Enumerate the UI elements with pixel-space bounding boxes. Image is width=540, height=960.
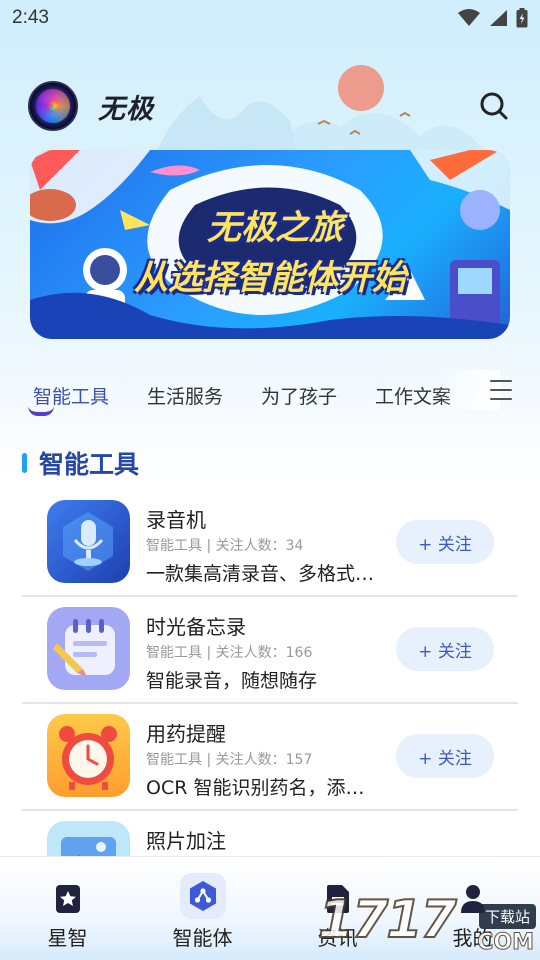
tab-life-services[interactable]: 生活服务: [147, 382, 223, 409]
nav-item-agents[interactable]: 智能体: [135, 857, 270, 960]
category-tabs: 智能工具 生活服务 为了孩子 工作文案: [0, 370, 540, 420]
item-title: 用药提醒: [146, 722, 226, 746]
tab-for-kids[interactable]: 为了孩子: [261, 382, 337, 409]
item-title: 录音机: [146, 508, 206, 532]
item-meta: 智能工具 | 关注人数：34: [146, 538, 304, 554]
promo-banner[interactable]: 无极之旅 从选择智能体开始: [30, 150, 510, 339]
item-meta: 智能工具 | 关注人数：157: [146, 752, 313, 768]
nav-label: 星智: [47, 926, 88, 950]
tab-smart-tools[interactable]: 智能工具: [33, 382, 109, 409]
item-title: 照片加注: [146, 829, 226, 853]
agent-list: 录音机 智能工具 | 关注人数：34 一款集高清录音、多格式… + 关注 时光备…: [22, 490, 518, 918]
section-heading: 智能工具: [22, 446, 139, 480]
follow-button[interactable]: + 关注: [396, 734, 494, 778]
search-icon: [480, 92, 508, 120]
watermark: 1717 下载站 COM: [317, 880, 540, 960]
item-meta: 智能工具 | 关注人数：166: [146, 645, 313, 661]
item-title: 时光备忘录: [146, 615, 246, 639]
signal-icon: [488, 9, 508, 27]
status-bar: 2:43: [0, 0, 540, 36]
section-title: 智能工具: [39, 450, 140, 479]
app-name: 无极: [98, 93, 154, 125]
battery-icon: [516, 8, 528, 28]
agent-hexagon-icon: [179, 873, 226, 919]
list-item[interactable]: 时光备忘录 智能工具 | 关注人数：166 智能录音，随想随存 + 关注: [22, 597, 518, 704]
banner-subheadline: 从选择智能体开始: [134, 258, 406, 298]
watermark-number: 1717: [317, 889, 458, 951]
nav-item-xingzhi[interactable]: 星智: [0, 857, 135, 960]
list-item[interactable]: 录音机 智能工具 | 关注人数：34 一款集高清录音、多格式… + 关注: [22, 490, 518, 597]
alarm-clock-icon: [47, 714, 130, 797]
item-description: OCR 智能识别药名，添…: [146, 777, 365, 799]
menu-icon[interactable]: [490, 380, 512, 400]
watermark-tag: 下载站: [478, 904, 536, 929]
status-time: 2:43: [12, 7, 49, 28]
star-bookmark-icon: [48, 879, 88, 919]
active-tab-indicator: [28, 406, 54, 416]
item-description: 一款集高清录音、多格式…: [146, 563, 375, 585]
memo-calendar-icon: [47, 607, 130, 690]
watermark-domain: COM: [477, 930, 535, 956]
microphone-icon: [47, 500, 130, 583]
item-description: 智能录音，随想随存: [146, 670, 318, 692]
status-icons: [458, 8, 528, 28]
banner-headline: 无极之旅: [207, 208, 343, 248]
list-item[interactable]: 用药提醒 智能工具 | 关注人数：157 OCR 智能识别药名，添… + 关注: [22, 704, 518, 811]
app-header: 无极: [0, 78, 540, 134]
wifi-icon: [458, 9, 480, 27]
search-button[interactable]: [476, 88, 512, 124]
follow-button[interactable]: + 关注: [396, 627, 494, 671]
section-accent-bar: [22, 453, 27, 473]
nav-label: 智能体: [172, 926, 233, 950]
app-logo: [28, 81, 78, 131]
follow-button[interactable]: + 关注: [396, 520, 494, 564]
